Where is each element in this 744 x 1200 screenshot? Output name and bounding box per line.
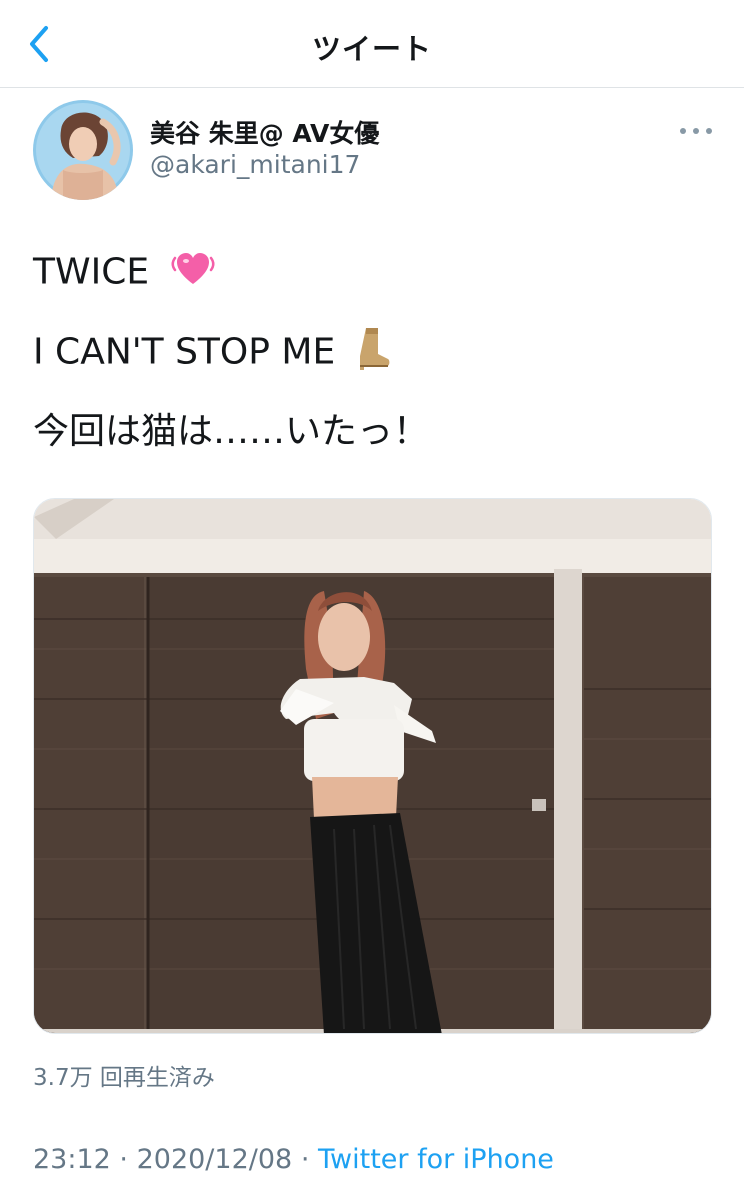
tweet-text-line: I CAN'T STOP ME [33,326,391,381]
meta-separator: · [119,1144,128,1175]
tweet-text: I CAN'T STOP ME [33,331,336,373]
boot-icon [357,326,391,381]
tweet-text-line: TWICE [33,248,215,299]
nav-bar: ツイート [0,0,744,88]
tweet-text: TWICE [33,251,150,293]
tweet-text: 今回は猫は……いたっ！ [33,411,430,452]
tweet-text-line: 今回は猫は……いたっ！ [33,410,429,454]
tweet-meta: 23:12 · 2020/12/08 · Twitter for iPhone [33,1144,554,1175]
tweet-time: 23:12 [33,1144,111,1175]
video-thumbnail [34,499,711,1033]
page-title: ツイート [311,32,432,66]
meta-separator: · [300,1144,310,1175]
author-handle[interactable]: @akari_mitani17 [150,150,360,179]
tweet-source-link[interactable]: Twitter for iPhone [318,1144,554,1175]
author-name[interactable]: 美谷 朱里@ AV女優 [150,114,379,150]
avatar[interactable] [33,100,133,200]
video-player[interactable] [33,498,712,1034]
more-options-button[interactable] [676,116,716,146]
growing-heart-icon [171,248,215,299]
tweet-date: 2020/12/08 [136,1144,293,1175]
more-icon [680,128,712,134]
view-count: 3.7万 回再生済み [33,1065,215,1091]
